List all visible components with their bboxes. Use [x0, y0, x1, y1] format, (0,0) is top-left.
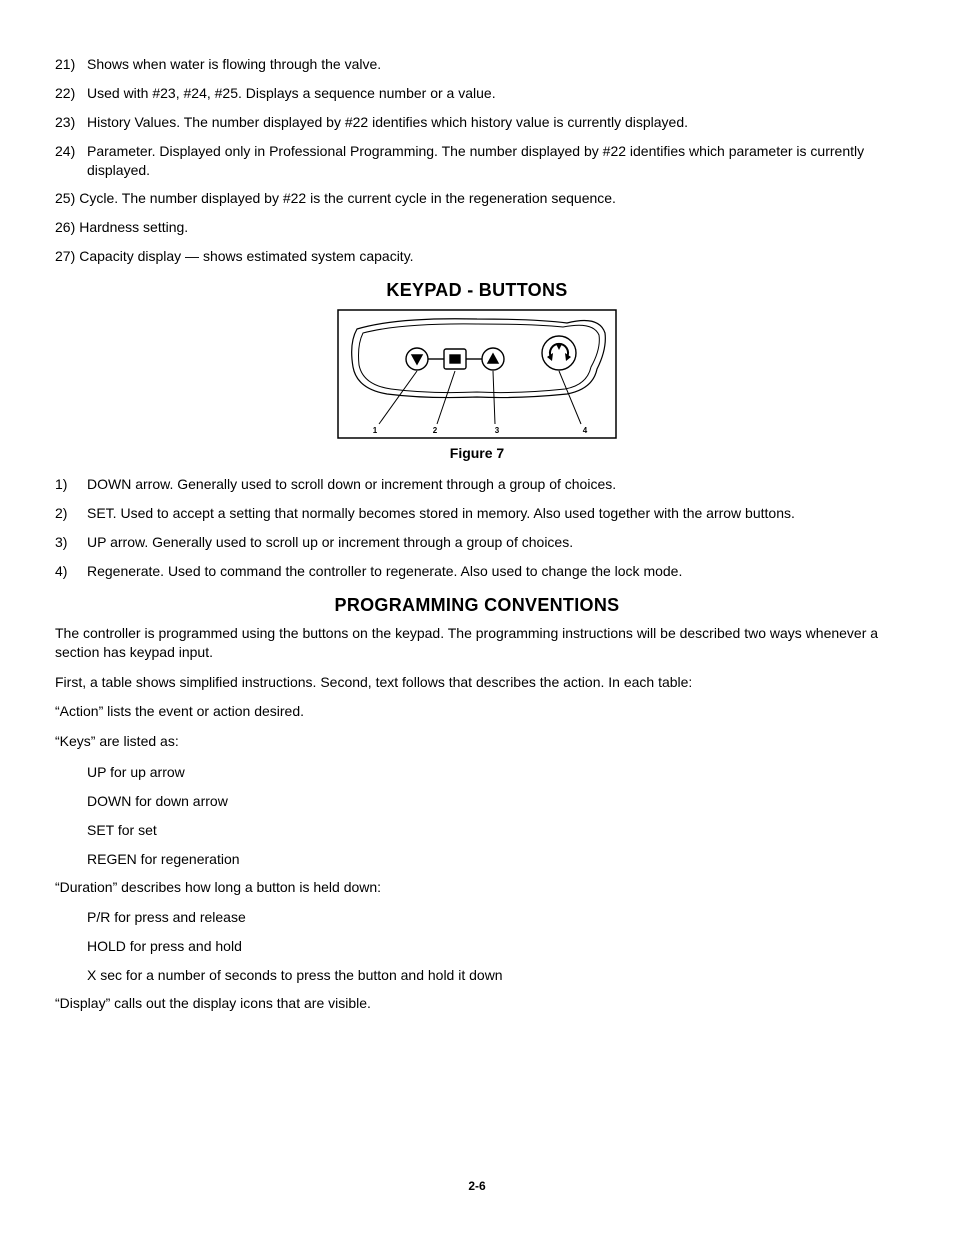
keypad-num-2: 2 [433, 426, 438, 435]
list-item: 21)Shows when water is flowing through t… [55, 55, 899, 74]
duration-list-item: P/R for press and release [55, 907, 899, 928]
keys-list-item: UP for up arrow [55, 762, 899, 783]
figure-7-caption: Figure 7 [55, 445, 899, 461]
list-item-number: 2) [55, 504, 87, 523]
list-item-text: History Values. The number displayed by … [87, 113, 688, 132]
list-item: 22)Used with #23, #24, #25. Displays a s… [55, 84, 899, 103]
list-item-number: 24) [55, 142, 87, 180]
keypad-num-3: 3 [495, 426, 500, 435]
list-item-number: 27) [55, 247, 75, 266]
list-item-number: 25) [55, 189, 75, 208]
list-item-text: Cycle. The number displayed by #22 is th… [79, 189, 616, 208]
list-item-text: Hardness setting. [79, 218, 188, 237]
keys-list-item: REGEN for regeneration [55, 849, 899, 870]
list-item: 26)Hardness setting. [55, 218, 899, 237]
heading-keypad-buttons: KEYPAD - BUTTONS [55, 280, 899, 301]
list-item-number: 4) [55, 562, 87, 581]
duration-list: P/R for press and release HOLD for press … [55, 907, 899, 986]
list-item-number: 3) [55, 533, 87, 552]
keypad-num-4: 4 [583, 426, 588, 435]
list-item: 4)Regenerate. Used to command the contro… [55, 562, 899, 581]
page-body: 21)Shows when water is flowing through t… [0, 0, 954, 1014]
list-item-number: 23) [55, 113, 87, 132]
list-item-text: Regenerate. Used to command the controll… [87, 562, 682, 581]
list-item-text: Capacity display — shows estimated syste… [79, 247, 413, 266]
display-paragraph: “Display” calls out the display icons th… [55, 994, 899, 1014]
list-item: 23)History Values. The number displayed … [55, 113, 899, 132]
list-item-text: Used with #23, #24, #25. Displays a sequ… [87, 84, 496, 103]
keys-list-item: SET for set [55, 820, 899, 841]
list-item-text: Parameter. Displayed only in Professiona… [87, 142, 899, 180]
duration-head: “Duration” describes how long a button i… [55, 878, 899, 898]
list-item-number: 26) [55, 218, 75, 237]
list-item-number: 22) [55, 84, 87, 103]
list-item-text: UP arrow. Generally used to scroll up or… [87, 533, 573, 552]
list-item: 25)Cycle. The number displayed by #22 is… [55, 189, 899, 208]
figure-7-wrap: 1 2 3 4 Figure 7 [55, 309, 899, 461]
list-item-text: SET. Used to accept a setting that norma… [87, 504, 795, 523]
list-item-number: 1) [55, 475, 87, 494]
list-item-number: 21) [55, 55, 87, 74]
keys-head: “Keys” are listed as: [55, 732, 899, 752]
list-1-4: 1)DOWN arrow. Generally used to scroll d… [55, 475, 899, 581]
duration-list-item: X sec for a number of seconds to press t… [55, 965, 899, 986]
keypad-diagram: 1 2 3 4 [337, 309, 617, 439]
list-item: 1)DOWN arrow. Generally used to scroll d… [55, 475, 899, 494]
list-item-text: Shows when water is flowing through the … [87, 55, 381, 74]
heading-programming-conventions: PROGRAMMING CONVENTIONS [55, 595, 899, 616]
keypad-num-1: 1 [373, 426, 378, 435]
list-item: 2)SET. Used to accept a setting that nor… [55, 504, 899, 523]
keys-list: UP for up arrow DOWN for down arrow SET fo… [55, 762, 899, 870]
duration-list-item: HOLD for press and hold [55, 936, 899, 957]
action-paragraph: “Action” lists the event or action desir… [55, 702, 899, 722]
page-footer: 2-6 [0, 1179, 954, 1193]
keys-list-item: DOWN for down arrow [55, 791, 899, 812]
first-paragraph: First, a table shows simplified instruct… [55, 673, 899, 693]
list-item: 27)Capacity display — shows estimated sy… [55, 247, 899, 266]
list-item: 24)Parameter. Displayed only in Professi… [55, 142, 899, 180]
list-item-text: DOWN arrow. Generally used to scroll dow… [87, 475, 616, 494]
list-21-27: 21)Shows when water is flowing through t… [55, 55, 899, 266]
list-item: 3)UP arrow. Generally used to scroll up … [55, 533, 899, 552]
intro-paragraph: The controller is programmed using the b… [55, 624, 899, 663]
